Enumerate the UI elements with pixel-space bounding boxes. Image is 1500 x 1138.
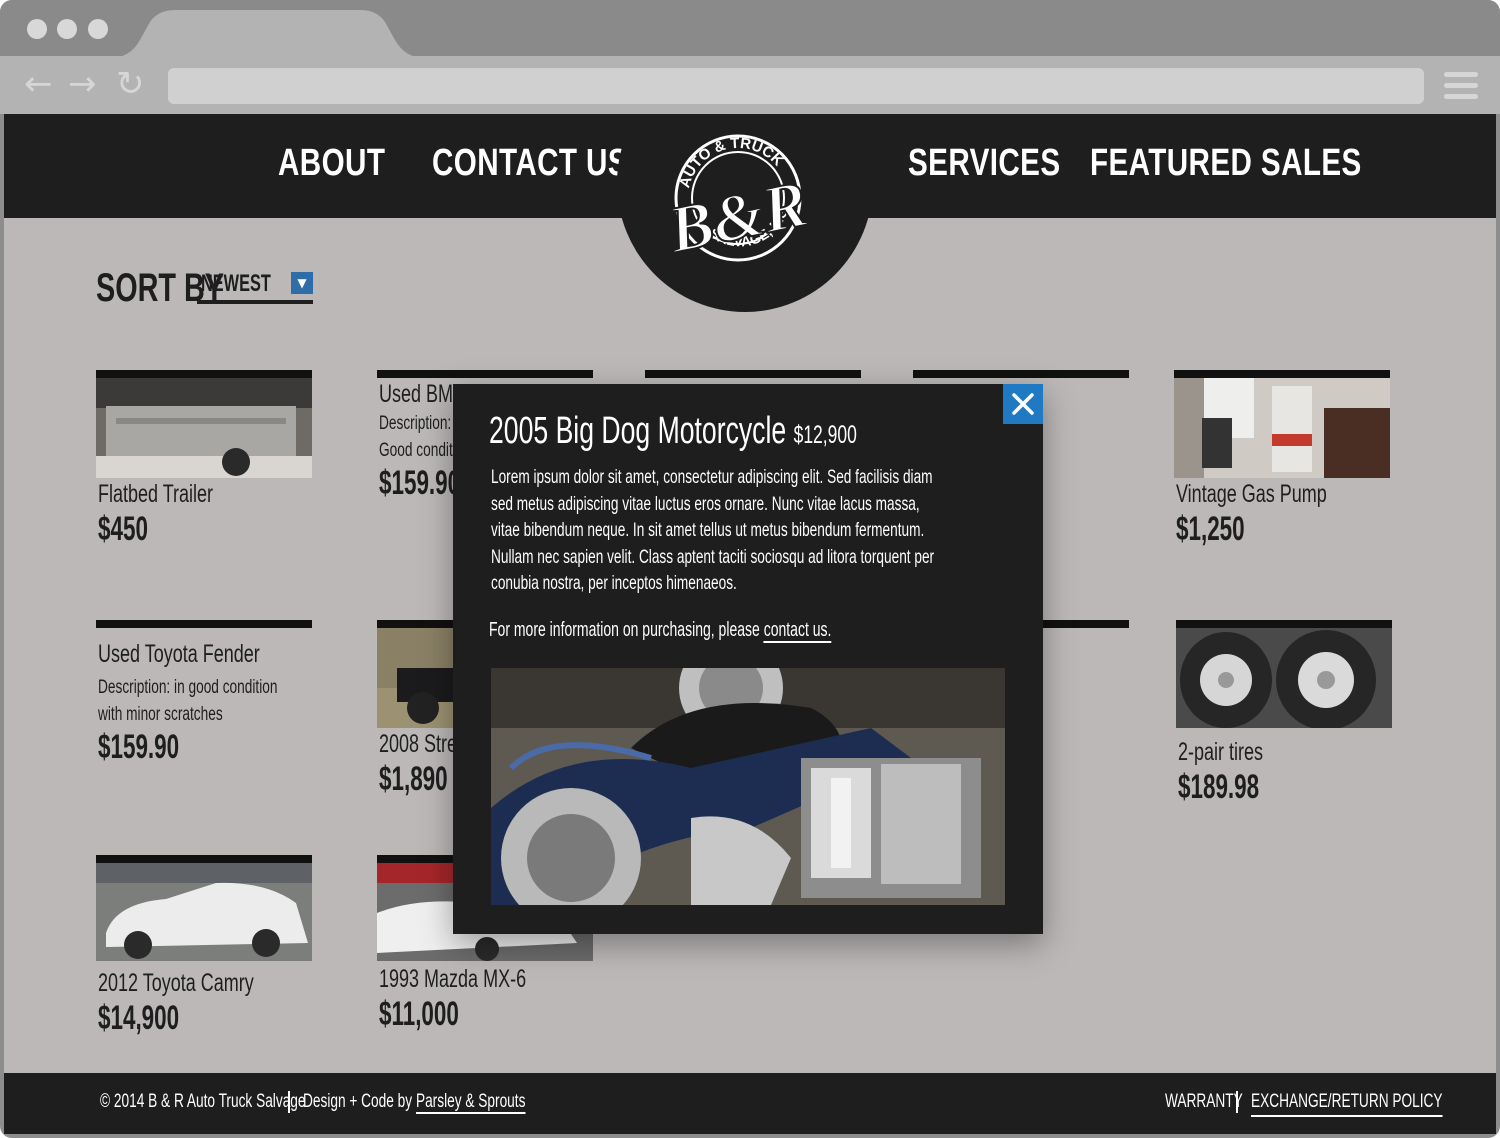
listing-name: Vintage Gas Pump: [1176, 480, 1327, 508]
browser-tab-bar: [0, 0, 1500, 58]
close-icon[interactable]: [1003, 384, 1043, 424]
listing-card[interactable]: Used Toyota Fender Description: in good …: [96, 620, 312, 766]
hamburger-menu-icon[interactable]: [1444, 72, 1478, 100]
listing-card[interactable]: [645, 370, 861, 378]
card-bar: [96, 855, 312, 863]
listing-price: $450: [98, 510, 148, 548]
listing-name: 2012 Toyota Camry: [98, 969, 254, 997]
modal-product-photo: [491, 668, 1005, 905]
modal-close-button[interactable]: [1003, 384, 1043, 424]
modal-product-name: 2005 Big Dog Motorcycle: [489, 410, 787, 452]
footer-separator: [1236, 1091, 1238, 1113]
footer-separator: [288, 1091, 290, 1113]
listing-description: with minor scratches: [98, 704, 223, 725]
listing-photo[interactable]: [96, 863, 312, 961]
listing-name: Used Toyota Fender: [98, 640, 260, 668]
card-bar: [96, 370, 312, 378]
listing-photo[interactable]: [1174, 378, 1390, 478]
sort-dropdown[interactable]: NEWEST ▼: [197, 268, 313, 304]
card-bar: [377, 370, 593, 378]
footer-designer-link[interactable]: Parsley & Sprouts: [415, 1091, 526, 1114]
modal-title: 2005 Big Dog Motorcycle $12,900: [489, 408, 857, 458]
footer-credit-text: Design + Code by: [303, 1091, 413, 1112]
product-modal: 2005 Big Dog Motorcycle $12,900 Lorem ip…: [453, 384, 1043, 934]
modal-product-price: $12,900: [793, 421, 857, 449]
card-bar: [913, 370, 1129, 378]
modal-more-info: For more information on purchasing, plea…: [489, 616, 832, 644]
listing-price: $159.90: [98, 728, 180, 766]
page: ABOUT CONTACT US SERVICES FEATURED SALES…: [4, 114, 1496, 1134]
modal-contact-link[interactable]: contact us.: [763, 619, 832, 643]
chevron-down-icon[interactable]: ▼: [291, 272, 313, 294]
listing-price: $14,900: [98, 999, 180, 1037]
nav-services[interactable]: SERVICES: [908, 138, 1060, 188]
listing-name: Flatbed Trailer: [98, 480, 214, 508]
footer-credit: Design + Code by Parsley & Sprouts: [303, 1089, 526, 1115]
card-bar: [1174, 370, 1390, 378]
nav-contact-us[interactable]: CONTACT US: [432, 138, 628, 188]
listing-price: $189.98: [1178, 768, 1260, 806]
listing-description: Description: in good condition: [98, 677, 278, 698]
card-bar: [1176, 620, 1392, 628]
browser-toolbar: ← → ↻: [0, 56, 1500, 114]
sort-selected-value: NEWEST: [201, 270, 271, 297]
site-footer: © 2014 B & R Auto Truck Salvage Design +…: [4, 1073, 1496, 1134]
address-bar[interactable]: [168, 68, 1424, 104]
listing-price: $1,250: [1176, 510, 1245, 548]
back-arrow-icon[interactable]: ←: [24, 64, 53, 104]
browser-tab[interactable]: [0, 0, 430, 58]
card-bar: [96, 620, 312, 628]
listing-name: 2-pair tires: [1178, 738, 1264, 766]
listing-card[interactable]: 2012 Toyota Camry $14,900: [96, 855, 312, 1037]
listing-photo[interactable]: [1176, 628, 1392, 728]
listing-card[interactable]: Vintage Gas Pump $1,250: [1174, 370, 1390, 548]
listing-card[interactable]: 2-pair tires $189.98: [1176, 620, 1392, 806]
footer-warranty-link[interactable]: WARRANTY: [1165, 1089, 1243, 1115]
footer-copyright: © 2014 B & R Auto Truck Salvage: [100, 1091, 306, 1112]
footer-exchange-link[interactable]: EXCHANGE/RETURN POLICY: [1251, 1089, 1443, 1117]
reload-icon[interactable]: ↻: [116, 64, 145, 104]
modal-description: Lorem ipsum dolor sit amet, consectetur …: [491, 466, 935, 594]
nav-about[interactable]: ABOUT: [278, 138, 385, 188]
forward-arrow-icon[interactable]: →: [68, 64, 97, 104]
listing-photo[interactable]: [96, 378, 312, 478]
listing-price: $11,000: [379, 995, 459, 1033]
listing-card[interactable]: Flatbed Trailer $450: [96, 370, 312, 548]
modal-more-text: For more information on purchasing, plea…: [489, 619, 760, 641]
listing-card[interactable]: [913, 370, 1129, 378]
nav-featured-sales[interactable]: FEATURED SALES: [1090, 138, 1362, 188]
browser-window: ← → ↻ ABOUT CONTACT US SERVICES FEATURED…: [0, 0, 1500, 1138]
listing-name: 1993 Mazda MX-6: [379, 965, 527, 993]
card-bar: [645, 370, 861, 378]
site-logo[interactable]: AUTO & TRUCK SALVAGE, INC. B&R: [658, 114, 830, 276]
